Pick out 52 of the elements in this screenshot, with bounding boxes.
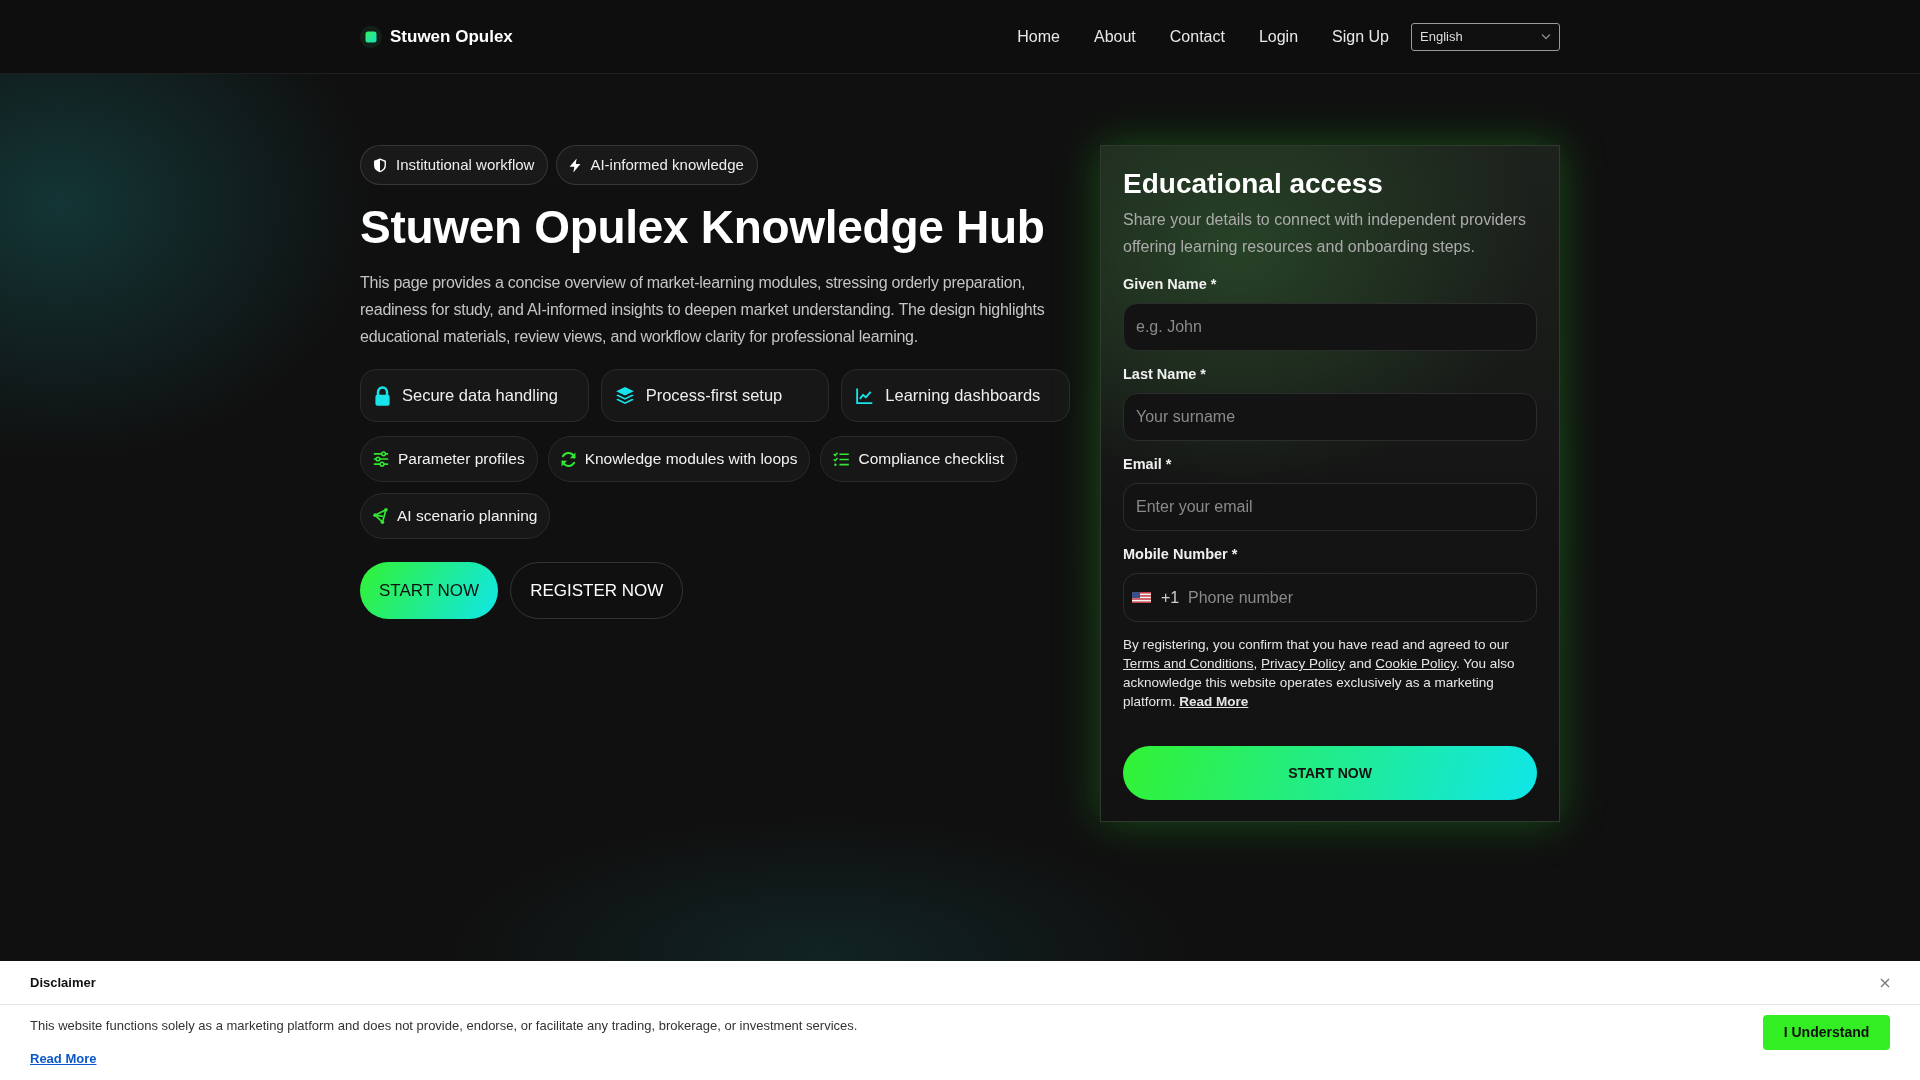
card-subtitle: Share your details to connect with independent providers offering learning resources and onboarding steps. (1123, 210, 1527, 257)
language-select[interactable]: English (1411, 22, 1560, 51)
field-label: Given Name * (1123, 275, 1218, 294)
policy-link[interactable]: Cookie Policy (1375, 656, 1456, 671)
field-label: Email * (1123, 455, 1173, 474)
accept-button[interactable]: I Understand (1763, 1015, 1890, 1050)
input-field[interactable]: e.g. John (1123, 303, 1537, 351)
triangle-nodes-icon (373, 508, 388, 524)
policy-link[interactable]: Terms and Conditions (1123, 656, 1254, 671)
field-label: Mobile Number * (1123, 545, 1239, 564)
capability-label: Parameter profiles (398, 449, 525, 470)
read-more-link[interactable]: Read More (1179, 694, 1249, 709)
brand-link[interactable]: Stuwen Opulex (360, 23, 513, 50)
refresh-icon (560, 451, 576, 467)
card-title: Educational access (1123, 167, 1384, 201)
feature-label: Learning dashboards (885, 385, 1041, 407)
start-button[interactable]: START NOW (360, 562, 499, 619)
badge-label: AI-informed knowledge (590, 154, 744, 175)
us-flag-icon (1132, 592, 1151, 603)
checklist-icon (833, 452, 850, 466)
page-title: Stuwen Opulex Knowledge Hub (360, 200, 1046, 255)
lock-icon (375, 385, 390, 406)
submit-button[interactable]: START NOW (1123, 746, 1537, 800)
close-icon[interactable] (1880, 977, 1890, 988)
input-field[interactable]: Your surname (1123, 393, 1537, 441)
layers-icon (615, 387, 634, 404)
capability-label: AI scenario planning (397, 506, 538, 527)
capability-label: Compliance checklist (858, 449, 1005, 470)
dial-code: +1 (1161, 587, 1180, 608)
disclaimer-title: Disclaimer (30, 973, 96, 992)
intro-paragraph: This page provides a concise overview of market-learning modules, stressing orderly preparation, readiness for study, and AI-informed insights to deepen market understanding. The design highlights educational materials, review views, and workflow clarity for professional learning. (360, 273, 1046, 347)
nav-link[interactable]: Contact (1169, 24, 1225, 49)
nav-link[interactable]: Home (1017, 24, 1060, 49)
nav-link[interactable]: Login (1258, 24, 1299, 49)
read-more-link[interactable]: Read More (30, 1051, 97, 1066)
line-chart-icon (856, 387, 874, 404)
badge-label: Institutional workflow (396, 154, 535, 175)
shield-icon (373, 157, 387, 173)
nav-link[interactable]: Sign Up (1332, 24, 1389, 49)
sliders-icon (373, 451, 389, 467)
field-label: Last Name * (1123, 365, 1207, 384)
feature-label: Secure data handling (402, 385, 558, 407)
policy-link[interactable]: Privacy Policy (1261, 656, 1346, 671)
logo-icon (360, 25, 382, 48)
input-field[interactable]: Enter your email (1123, 483, 1537, 531)
caret-icon (1541, 33, 1551, 40)
consent-text: By registering, you confirm that you have read and agreed to our Terms and Conditions, Privacy Policy and Cookie Policy. You also acknowledge this website operates exclusively as a marketing platform. Read More (1123, 636, 1516, 711)
feature-label: Process-first setup (645, 385, 783, 407)
capability-label: Knowledge modules with loops (584, 449, 798, 470)
nav-link[interactable]: About (1093, 24, 1136, 49)
disclaimer-text: This website functions solely as a marketing platform and does not provide, endorse, or facilitate any trading, brokerage, or investment services. (30, 1017, 858, 1035)
lightning-icon (569, 157, 582, 173)
